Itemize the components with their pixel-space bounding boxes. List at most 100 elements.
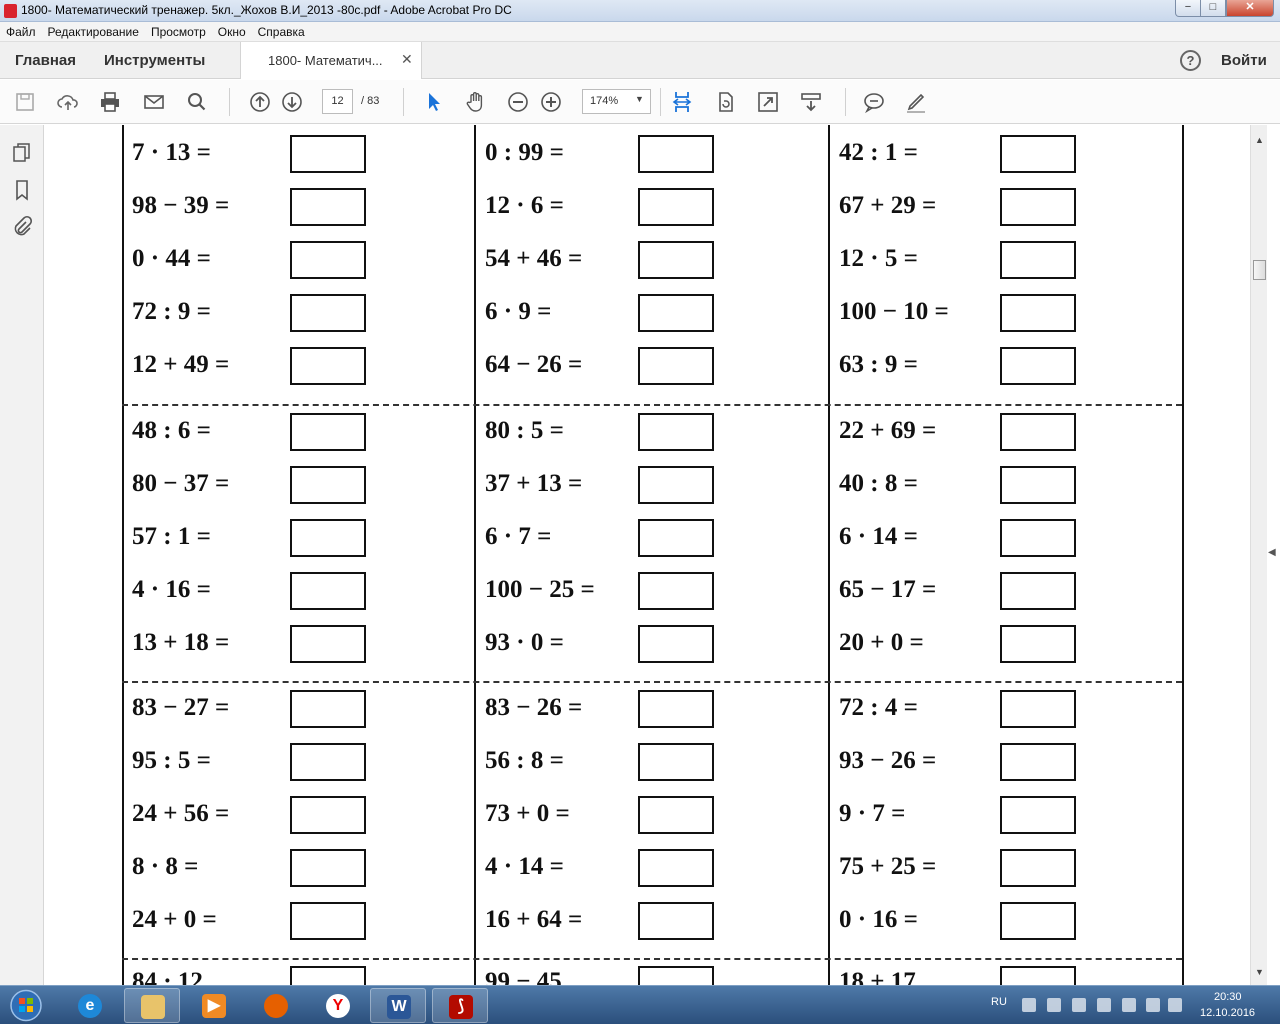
zoom-in-icon[interactable] — [539, 90, 563, 114]
page-down-icon[interactable] — [280, 90, 304, 114]
word-icon[interactable]: W — [370, 988, 426, 1023]
menu-bar: Файл Редактирование Просмотр Окно Справк… — [0, 22, 1280, 42]
hand-tool-icon[interactable] — [464, 90, 488, 114]
acrobat-icon[interactable]: ⟆ — [432, 988, 488, 1023]
math-problem: 24 + 0 = — [132, 906, 217, 933]
page-up-icon[interactable] — [248, 90, 272, 114]
volume-icon[interactable] — [1168, 998, 1182, 1012]
zoom-select[interactable]: 174% ▼ — [582, 89, 651, 114]
start-button[interactable] — [4, 987, 48, 1024]
answer-box — [1000, 466, 1076, 504]
toolbar-separator — [229, 88, 230, 116]
math-problem: 8 · 8 = — [132, 853, 199, 880]
tray-icon[interactable] — [1047, 998, 1061, 1012]
pen-icon[interactable] — [904, 90, 928, 114]
menu-help[interactable]: Справка — [252, 22, 311, 41]
scroll-down-icon[interactable]: ▼ — [1255, 967, 1264, 977]
sign-in-button[interactable]: Войти — [1221, 52, 1267, 69]
media-player-icon[interactable]: ▶ — [186, 988, 242, 1023]
email-icon[interactable] — [142, 90, 166, 114]
scroll-mode-icon[interactable] — [799, 90, 823, 114]
math-problem-partial: 99 − 45 — [485, 968, 562, 985]
save-icon[interactable] — [13, 90, 37, 114]
maximize-button[interactable]: □ — [1200, 0, 1226, 17]
answer-box — [1000, 347, 1076, 385]
answer-box — [1000, 690, 1076, 728]
column-divider — [828, 125, 830, 985]
comment-icon[interactable] — [862, 90, 886, 114]
answer-box — [290, 690, 366, 728]
tab-home[interactable]: Главная — [15, 52, 76, 69]
answer-box — [290, 413, 366, 451]
document-tab[interactable]: 1800- Математич... ✕ — [240, 42, 422, 79]
answer-box — [1000, 902, 1076, 940]
fullscreen-icon[interactable] — [756, 90, 780, 114]
menu-window[interactable]: Окно — [212, 22, 252, 41]
scroll-thumb[interactable] — [1253, 260, 1266, 280]
zoom-value: 174% — [590, 95, 619, 107]
left-navigation-rail — [0, 125, 44, 985]
bookmark-icon[interactable] — [11, 179, 33, 201]
close-button[interactable]: ✕ — [1226, 0, 1274, 17]
network-icon[interactable] — [1146, 998, 1160, 1012]
answer-box — [290, 519, 366, 557]
menu-file[interactable]: Файл — [0, 22, 42, 41]
vertical-scrollbar[interactable]: ▲ ▼ — [1250, 125, 1267, 985]
tray-icon[interactable] — [1022, 998, 1036, 1012]
math-problem: 0 : 99 = — [485, 139, 564, 166]
taskbar: e ▶ Y W ⟆ RU 20:30 12.10.2016 — [0, 985, 1280, 1024]
pages-icon[interactable] — [11, 142, 33, 164]
fit-page-icon[interactable] — [670, 90, 694, 114]
rotate-icon[interactable] — [713, 90, 737, 114]
print-icon[interactable] — [98, 90, 122, 114]
close-tab-icon[interactable]: ✕ — [401, 51, 413, 68]
menu-edit[interactable]: Редактирование — [42, 22, 145, 41]
search-icon[interactable] — [185, 90, 209, 114]
minimize-button[interactable]: − — [1175, 0, 1201, 17]
tab-tools[interactable]: Инструменты — [104, 52, 205, 69]
answer-box — [290, 902, 366, 940]
math-problem: 83 − 26 = — [485, 694, 583, 721]
clock-date[interactable]: 12.10.2016 — [1200, 1007, 1255, 1019]
math-problem: 22 + 69 = — [839, 417, 937, 444]
internet-explorer-icon[interactable]: e — [62, 988, 118, 1023]
attachment-icon[interactable] — [11, 215, 33, 237]
math-problem: 4 · 16 = — [132, 576, 211, 603]
math-problem: 72 : 4 = — [839, 694, 918, 721]
answer-box — [638, 796, 714, 834]
math-problem: 48 : 6 = — [132, 417, 211, 444]
zoom-out-icon[interactable] — [506, 90, 530, 114]
answer-box — [290, 347, 366, 385]
folder-icon[interactable] — [124, 988, 180, 1023]
math-problem-partial: 84 · 12 — [132, 968, 203, 985]
scroll-up-icon[interactable]: ▲ — [1255, 135, 1264, 145]
menu-view[interactable]: Просмотр — [145, 22, 212, 41]
answer-box — [290, 796, 366, 834]
answer-box — [638, 347, 714, 385]
upload-icon[interactable] — [56, 90, 80, 114]
tray-icon[interactable] — [1072, 998, 1086, 1012]
tray-icon[interactable] — [1097, 998, 1111, 1012]
answer-box — [638, 188, 714, 226]
document-viewport[interactable]: 7 · 13 = 98 − 39 = 0 · 44 = 72 : 9 = 12 + 49… — [44, 125, 1250, 985]
tray-icon[interactable] — [1122, 998, 1136, 1012]
page-total: / 83 — [361, 95, 380, 107]
math-problem: 72 : 9 = — [132, 298, 211, 325]
math-problem: 63 : 9 = — [839, 351, 918, 378]
answer-box — [638, 519, 714, 557]
help-icon[interactable]: ? — [1180, 50, 1201, 71]
select-cursor-icon[interactable] — [422, 90, 446, 114]
page-number-input[interactable]: 12 — [322, 89, 353, 114]
column-divider — [1182, 125, 1184, 985]
answer-box — [290, 849, 366, 887]
answer-box — [1000, 241, 1076, 279]
answer-box — [1000, 135, 1076, 173]
language-indicator[interactable]: RU — [991, 996, 1007, 1008]
firefox-icon[interactable] — [248, 988, 304, 1023]
answer-box — [290, 966, 366, 985]
clock-time[interactable]: 20:30 — [1214, 991, 1242, 1003]
expand-right-panel-icon[interactable]: ◀ — [1268, 547, 1276, 558]
yandex-icon[interactable]: Y — [310, 988, 366, 1023]
math-problem: 83 − 27 = — [132, 694, 230, 721]
math-problem-partial: 18 + 17 — [839, 968, 916, 985]
